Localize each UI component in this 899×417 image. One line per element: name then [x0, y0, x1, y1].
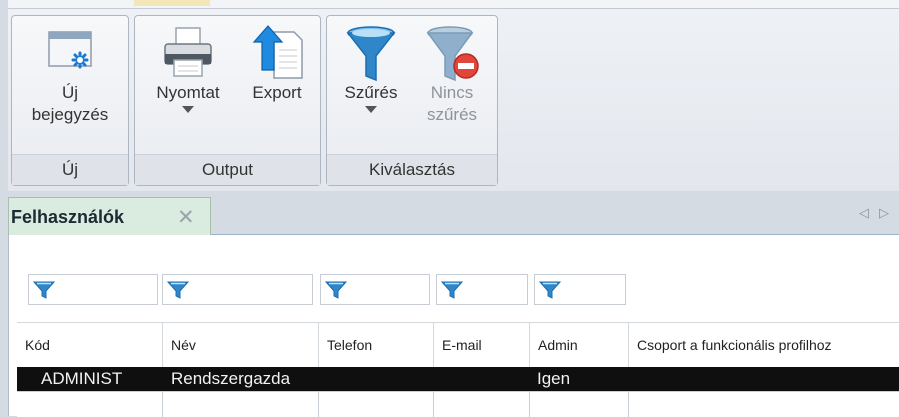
print-button[interactable]: Nyomtat: [143, 24, 233, 113]
no-filter-button[interactable]: Nincs szűrés: [413, 24, 491, 126]
cell-admin: Igen: [537, 369, 571, 388]
column-divider: [628, 392, 629, 417]
close-icon[interactable]: ✕: [177, 205, 195, 230]
export-button[interactable]: Export: [239, 24, 315, 104]
no-filter-label-2: szűrés: [426, 105, 478, 124]
column-divider: [529, 392, 530, 417]
funnel-icon: [167, 281, 189, 299]
ribbon-group-title-uj: Új: [12, 154, 128, 185]
chevron-right-icon[interactable]: ▷: [879, 205, 899, 220]
table-row-empty[interactable]: [17, 391, 899, 417]
column-header-csoport[interactable]: Csoport a funkcionális profilhoz: [628, 323, 899, 368]
cell-telefon: [326, 367, 433, 391]
column-header-nev[interactable]: Név: [162, 323, 318, 368]
no-filter-label-1: Nincs: [430, 83, 474, 102]
tab-label: Felhasználók: [11, 207, 125, 227]
quick-access-highlight: [134, 0, 210, 6]
funnel-remove-icon: [426, 26, 479, 82]
chevron-down-icon[interactable]: [365, 106, 377, 113]
chevron-left-icon[interactable]: ◁: [859, 205, 879, 220]
print-label: Nyomtat: [156, 83, 220, 102]
column-header-kod[interactable]: Kód: [17, 323, 162, 368]
funnel-icon: [539, 281, 561, 299]
ribbon: Új bejegyzés Új Nyomtat Export Output Sz…: [8, 8, 899, 192]
cell-kod: ADMINIST: [41, 369, 123, 388]
filter-cell-kod[interactable]: [28, 274, 158, 305]
ribbon-group-kivalasztas: Szűrés Nincs szűrés Kiválasztás: [326, 15, 498, 186]
filter-cell-nev[interactable]: [162, 274, 313, 305]
filter-cell-telefon[interactable]: [320, 274, 430, 305]
column-header-telefon[interactable]: Telefon: [318, 323, 433, 368]
column-divider: [433, 392, 434, 417]
filter-cell-admin[interactable]: [534, 274, 626, 305]
grid-panel: Kód Név Telefon E-mail Admin Csoport a f…: [8, 235, 899, 417]
new-window-icon: [48, 31, 92, 69]
cell-csoport: [636, 367, 899, 391]
funnel-icon: [33, 281, 55, 299]
ribbon-group-title-kivalasztas: Kiválasztás: [327, 154, 497, 185]
ribbon-top-strip: [8, 0, 899, 8]
funnel-icon: [325, 281, 347, 299]
ribbon-group-output: Nyomtat Export Output: [134, 15, 321, 186]
table-row[interactable]: ADMINIST Rendszergazda Igen: [17, 367, 899, 391]
tab-felhasznalok[interactable]: Felhasználók ✕: [8, 197, 211, 235]
document-tab-bar: Felhasználók ✕ ◁▷: [8, 191, 899, 235]
filter-label: Szűrés: [344, 83, 398, 102]
new-entry-button[interactable]: Új bejegyzés: [12, 24, 128, 126]
ribbon-group-uj: Új bejegyzés Új: [11, 15, 129, 186]
cell-nev: Rendszergazda: [171, 369, 291, 388]
tab-scroll-arrows: ◁▷: [859, 205, 899, 221]
filter-cell-email[interactable]: [436, 274, 528, 305]
printer-icon: [164, 27, 212, 77]
filter-button[interactable]: Szűrés: [333, 24, 409, 113]
column-header-email[interactable]: E-mail: [433, 323, 529, 368]
column-divider: [318, 392, 319, 417]
column-header-admin[interactable]: Admin: [529, 323, 628, 368]
grid-header-row: Kód Név Telefon E-mail Admin Csoport a f…: [17, 322, 899, 368]
column-divider: [162, 392, 163, 417]
chevron-down-icon[interactable]: [182, 106, 194, 113]
ribbon-group-title-output: Output: [135, 154, 320, 185]
export-icon: [252, 25, 303, 79]
funnel-icon: [441, 281, 463, 299]
cell-email: [441, 367, 529, 391]
funnel-icon: [346, 26, 396, 82]
new-entry-label-1: Új: [61, 83, 79, 102]
new-entry-label-2: bejegyzés: [31, 105, 109, 124]
export-label: Export: [252, 83, 302, 102]
